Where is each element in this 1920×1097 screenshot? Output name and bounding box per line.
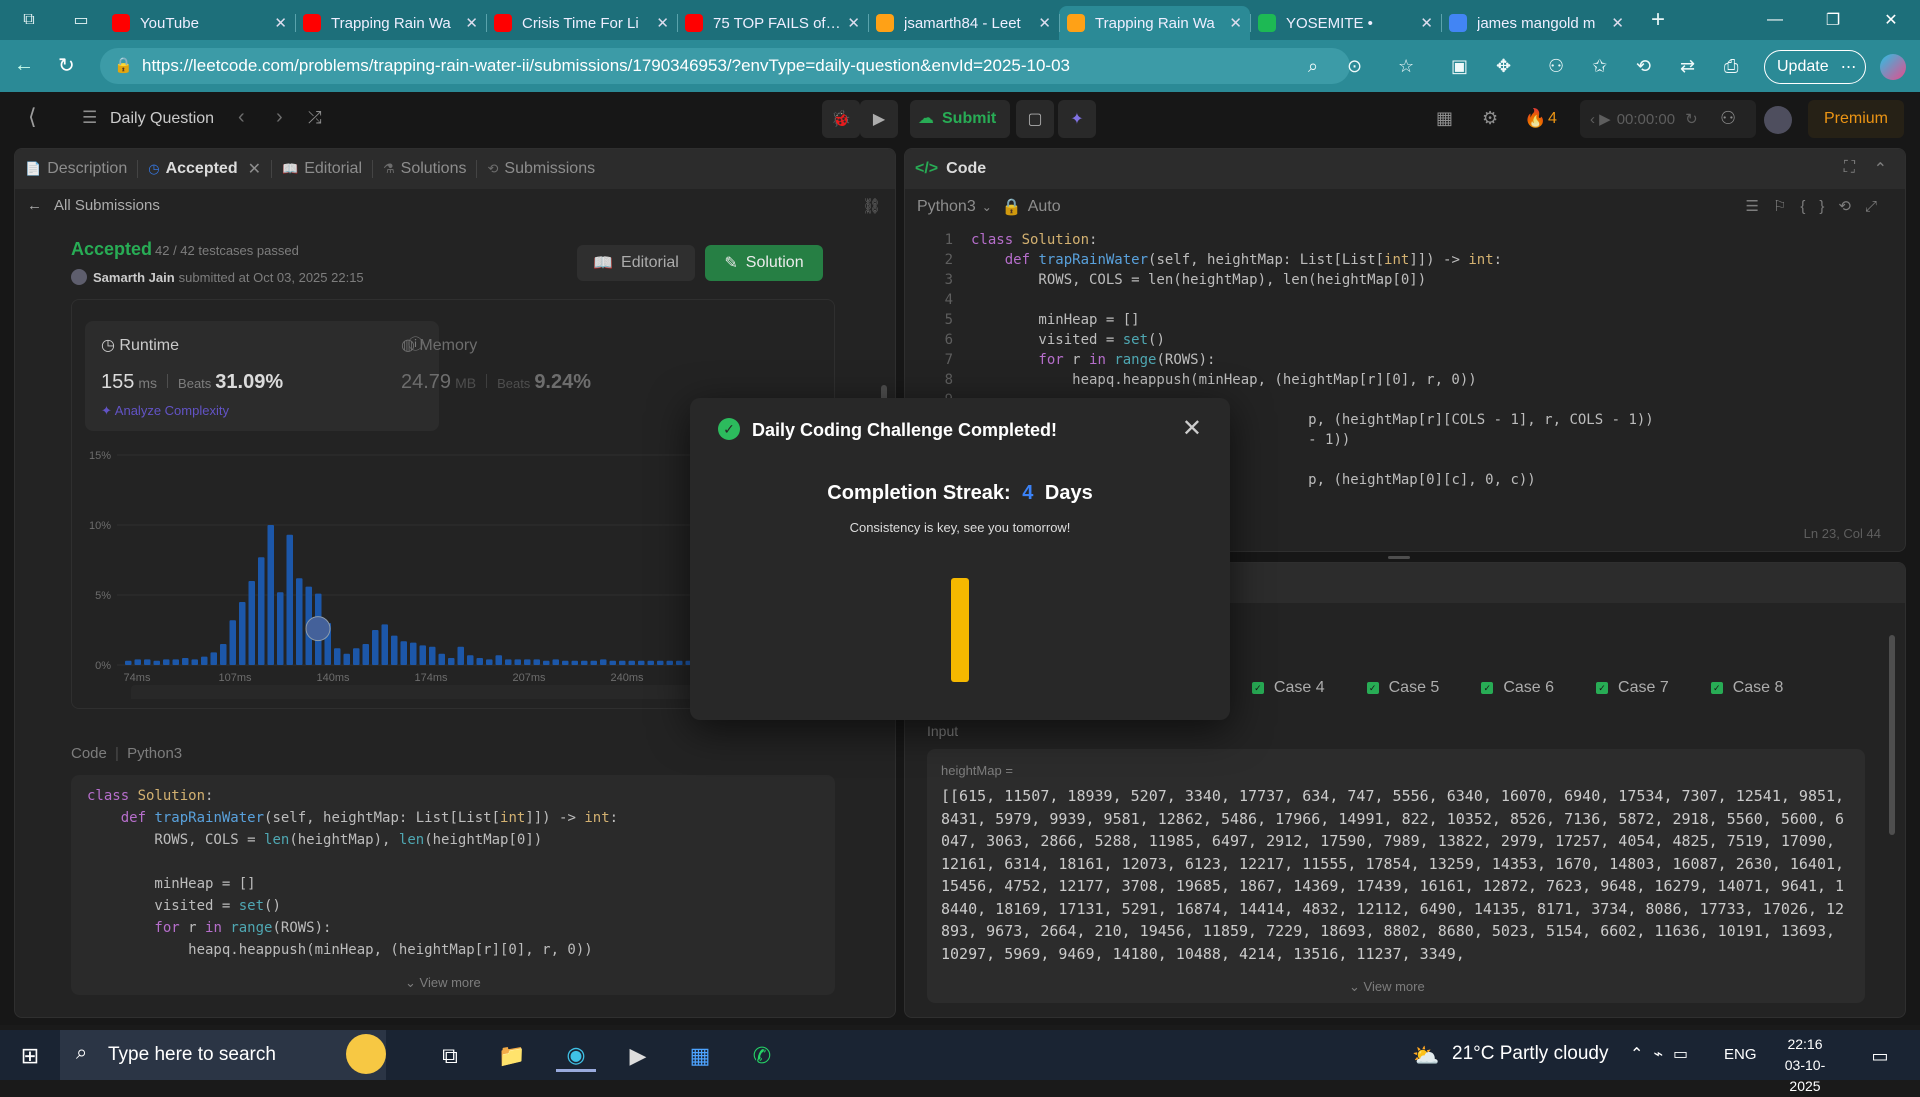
- file-explorer-icon[interactable]: 📁: [492, 1040, 532, 1072]
- date-text: 03-10-2025: [1784, 1057, 1826, 1094]
- history-icon[interactable]: ⟲: [1636, 56, 1651, 77]
- refresh-icon[interactable]: ↻: [58, 53, 75, 78]
- favorites-icon[interactable]: ✩: [1592, 56, 1607, 77]
- tab-title: YOSEMITE •: [1286, 14, 1373, 32]
- tab-title: james mangold m: [1477, 14, 1596, 32]
- search-placeholder: Type here to search: [108, 1044, 276, 1065]
- browser-tab[interactable]: jsamarth84 - Leet ✕: [868, 6, 1059, 40]
- system-tray-icons[interactable]: ⌃⌁▭: [1630, 1044, 1698, 1064]
- input-language[interactable]: ENG: [1724, 1046, 1757, 1063]
- update-label: Update: [1777, 58, 1829, 75]
- browser-tab[interactable]: 75 TOP FAILS of M ✕: [677, 6, 868, 40]
- microsoft-store-icon[interactable]: ▦: [680, 1040, 720, 1072]
- notifications-icon[interactable]: ▭: [1860, 1040, 1900, 1072]
- close-tab-icon[interactable]: ✕: [1611, 14, 1624, 32]
- profile-switch-icon[interactable]: ⚇: [1548, 56, 1564, 77]
- search-icon: ⌕: [76, 1042, 88, 1064]
- check-circle-icon: ✓: [718, 418, 740, 440]
- tab-title: 75 TOP FAILS of M: [713, 14, 842, 32]
- tab-title: Crisis Time For Li: [522, 14, 639, 32]
- tab-actions-icon[interactable]: ▭: [58, 0, 104, 40]
- edge-dev-icon[interactable]: ◉: [556, 1040, 596, 1072]
- leetcode-icon: [876, 14, 894, 32]
- close-tab-icon[interactable]: ✕: [1420, 14, 1433, 32]
- lock-icon: 🔒: [114, 57, 133, 74]
- spotify-icon: [1258, 14, 1276, 32]
- windows-start-icon[interactable]: ⊞: [10, 1040, 50, 1072]
- streak-calendar-icon: [951, 578, 969, 682]
- close-window-icon[interactable]: ✕: [1862, 0, 1920, 40]
- new-tab-icon[interactable]: +: [1640, 0, 1676, 40]
- share-icon[interactable]: ⇄: [1680, 56, 1695, 77]
- browser-tab[interactable]: james mangold m ✕: [1441, 6, 1632, 40]
- daily-challenge-modal: ✓ Daily Coding Challenge Completed! ✕ Co…: [690, 398, 1230, 720]
- youtube-icon: [303, 14, 321, 32]
- browser-tab[interactable]: Trapping Rain Wa ✕: [295, 6, 486, 40]
- modal-title: Daily Coding Challenge Completed!: [752, 420, 1058, 440]
- whatsapp-icon[interactable]: ✆: [742, 1040, 782, 1072]
- time-text: 22:16: [1787, 1036, 1823, 1052]
- minimize-icon[interactable]: —: [1746, 0, 1804, 40]
- close-tab-icon[interactable]: ✕: [465, 14, 478, 32]
- extension-icon[interactable]: ▣: [1451, 56, 1468, 77]
- media-player-icon[interactable]: ▶: [618, 1040, 658, 1072]
- modal-subtitle: Consistency is key, see you tomorrow!: [849, 520, 1071, 535]
- tab-title: jsamarth84 - Leet: [904, 14, 1021, 32]
- workspaces-icon[interactable]: ⧉: [0, 0, 58, 40]
- close-tab-icon[interactable]: ✕: [656, 14, 669, 32]
- youtube-icon: [112, 14, 130, 32]
- browser-tab[interactable]: Crisis Time For Li ✕: [486, 6, 677, 40]
- browser-tab[interactable]: YOSEMITE • ✕: [1250, 6, 1441, 40]
- url-field[interactable]: 🔒 https://leetcode.com/problems/trapping…: [100, 48, 1350, 84]
- task-view-icon[interactable]: ⧉: [430, 1040, 470, 1072]
- printer-icon[interactable]: ⎙: [1724, 56, 1738, 77]
- tab-title: YouTube: [140, 14, 199, 32]
- update-button[interactable]: Update ⋯: [1764, 50, 1866, 84]
- search-highlight-icon[interactable]: [346, 1034, 386, 1074]
- tab-strip: YouTube ✕ Trapping Rain Wa ✕ Crisis Time For…: [104, 0, 1632, 40]
- taskbar-search[interactable]: ⌕ Type here to search: [60, 1030, 386, 1080]
- streak-unit: Days: [1044, 482, 1093, 504]
- url-text: https://leetcode.com/problems/trapping-r…: [142, 56, 1070, 75]
- zoom-icon[interactable]: ⌕: [1308, 56, 1318, 77]
- browser-tab-bar: ⧉ ▭ YouTube ✕ Trapping Rain Wa ✕ Crisis Time…: [0, 0, 1920, 40]
- maximize-icon[interactable]: ❐: [1804, 0, 1862, 40]
- close-tab-icon[interactable]: ✕: [1038, 14, 1051, 32]
- google-icon: [1449, 14, 1467, 32]
- close-tab-icon[interactable]: ✕: [1229, 14, 1242, 32]
- clock[interactable]: 22:16 03-10-2025: [1770, 1034, 1840, 1097]
- extensions-icon[interactable]: ✥: [1496, 56, 1511, 77]
- tab-title: Trapping Rain Wa: [1095, 14, 1215, 32]
- browser-tab[interactable]: Trapping Rain Wa ✕: [1059, 6, 1250, 40]
- address-bar-row: ← ↻ 🔒 https://leetcode.com/problems/trap…: [0, 40, 1920, 92]
- youtube-icon: [685, 14, 703, 32]
- read-aloud-icon[interactable]: ⊙: [1347, 56, 1362, 77]
- streak-value: 4: [1022, 482, 1034, 504]
- copilot-icon[interactable]: [1880, 54, 1906, 80]
- close-tab-icon[interactable]: ✕: [274, 14, 287, 32]
- favorite-star-icon[interactable]: ☆: [1398, 56, 1414, 77]
- weather-icon[interactable]: ⛅: [1406, 1040, 1446, 1072]
- close-tab-icon[interactable]: ✕: [847, 14, 860, 32]
- youtube-icon: [494, 14, 512, 32]
- browser-tab[interactable]: YouTube ✕: [104, 6, 295, 40]
- leetcode-icon: [1067, 14, 1085, 32]
- streak-line: Completion Streak: 4 Days: [690, 482, 1230, 505]
- tab-title: Trapping Rain Wa: [331, 14, 451, 32]
- streak-label: Completion Streak:: [827, 482, 1011, 504]
- back-icon[interactable]: ←: [14, 54, 34, 77]
- weather-text[interactable]: 21°C Partly cloudy: [1452, 1043, 1609, 1065]
- close-icon[interactable]: ✕: [1182, 414, 1202, 443]
